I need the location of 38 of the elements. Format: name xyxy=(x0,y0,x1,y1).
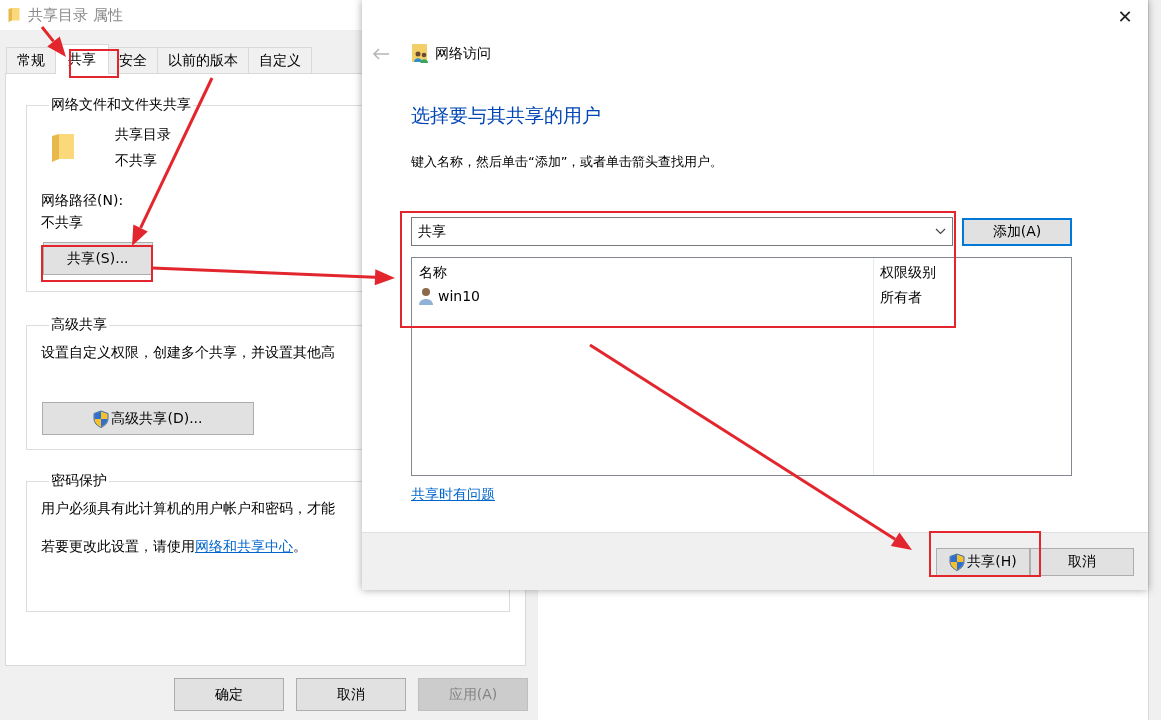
shield-icon xyxy=(93,409,110,428)
group-heading: 密码保护 xyxy=(50,472,108,490)
name-input[interactable]: 共享 xyxy=(418,223,818,240)
group-heading: 网络文件和文件夹共享 xyxy=(50,96,192,114)
group-heading: 高级共享 xyxy=(50,316,108,334)
network-users-icon xyxy=(412,44,429,63)
permission-level: 所有者 xyxy=(873,283,1071,308)
user-name-combobox[interactable]: 共享 xyxy=(411,217,953,246)
field-label: 网络路径(N): xyxy=(41,192,124,210)
add-button[interactable]: 添加(A) xyxy=(962,217,1072,246)
dialog-heading: 选择要与其共享的用户 xyxy=(411,103,602,128)
column-header[interactable]: 名称 xyxy=(412,258,873,283)
help-link[interactable]: 共享时有问题 xyxy=(411,486,495,504)
user-icon xyxy=(418,286,434,305)
folder-icon xyxy=(51,133,75,163)
folder-icon xyxy=(8,7,20,23)
cancel-button[interactable]: 取消 xyxy=(296,678,406,711)
tab[interactable]: 自定义 xyxy=(248,47,312,73)
close-button[interactable]: ✕ xyxy=(1114,6,1136,28)
instruction-text: 键入名称，然后单击“添加”，或者单击箭头查找用户。 xyxy=(411,153,725,171)
description: 用户必须具有此计算机的用户帐户和密码，才能 xyxy=(41,500,336,518)
share-button[interactable]: 共享(H) xyxy=(936,547,1030,576)
description: 设置自定义权限，创建多个共享，并设置其他高 xyxy=(41,344,336,362)
advanced-sharing-button[interactable]: 高级共享(D)... xyxy=(42,402,254,435)
ok-button[interactable]: 确定 xyxy=(174,678,284,711)
highlight-box xyxy=(69,49,119,78)
share-button[interactable]: 共享(S)... xyxy=(43,242,153,275)
cancel-button[interactable]: 取消 xyxy=(1030,547,1134,576)
column-header[interactable]: 权限级别 xyxy=(873,258,1071,283)
folder-name: 共享目录 xyxy=(115,126,171,144)
window-title: 网络访问 xyxy=(435,44,491,63)
dropdown-chevron-icon[interactable] xyxy=(935,228,946,235)
shield-icon xyxy=(949,552,966,571)
sharing-status: 不共享 xyxy=(115,152,158,170)
settings-link[interactable]: 网络和共享中心 xyxy=(195,538,293,554)
window-title: 共享目录 属性 xyxy=(28,5,123,25)
user-name[interactable]: win10 xyxy=(438,287,481,304)
path-value: 不共享 xyxy=(41,214,83,232)
